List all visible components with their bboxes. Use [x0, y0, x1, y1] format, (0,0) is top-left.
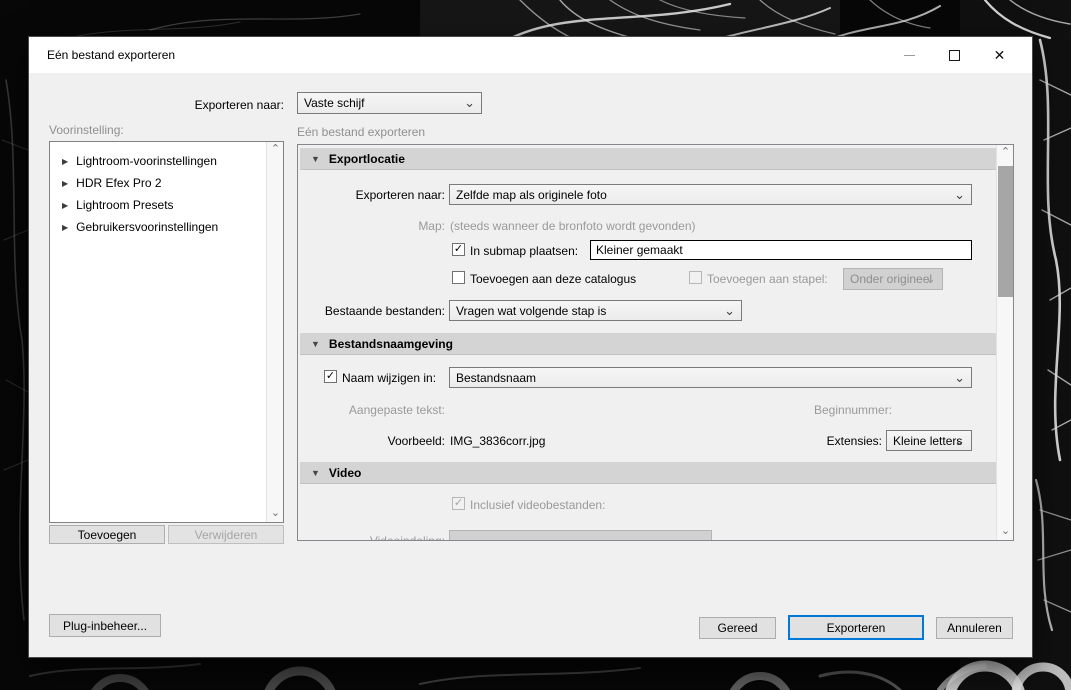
export-to-label: Exporteren naar: — [119, 98, 284, 112]
map-label: Map: — [300, 219, 445, 233]
expand-right-icon: ▶ — [62, 223, 68, 232]
section-bestandsnaamgeving-title: Bestandsnaamgeving — [329, 337, 453, 351]
minimize-icon — [904, 55, 915, 56]
collapse-down-icon: ▼ — [311, 339, 320, 349]
settings-panel: ▼ Exportlocatie Exporteren naar: Zelfde … — [297, 144, 1014, 541]
scroll-down-icon[interactable]: ⌄ — [997, 524, 1014, 540]
expand-right-icon: ▶ — [62, 179, 68, 188]
add-catalog-label: Toevoegen aan deze catalogus — [470, 272, 636, 286]
chevron-down-icon: ⌄ — [694, 533, 705, 541]
chevron-down-icon: ⌄ — [954, 370, 965, 386]
preset-item-hdr-efex-pro-2[interactable]: ▶ HDR Efex Pro 2 — [50, 172, 283, 194]
export-dialog: Eén bestand exporteren ✕ Exporteren naar… — [28, 36, 1033, 658]
section-exportlocatie-title: Exportlocatie — [329, 152, 405, 166]
subfolder-input[interactable] — [590, 240, 972, 260]
add-stack-dropdown: Onder origineel ⌄ — [843, 268, 943, 290]
titlebar[interactable]: Eén bestand exporteren ✕ — [29, 37, 1032, 73]
presets-listbox: ▶ Lightroom-voorinstellingen ▶ HDR Efex … — [49, 141, 284, 523]
subfolder-label: In submap plaatsen: — [470, 244, 578, 258]
window-title: Eén bestand exporteren — [47, 48, 175, 62]
maximize-button[interactable] — [932, 37, 977, 73]
preset-item-gebruikersvoorinstellingen[interactable]: ▶ Gebruikersvoorinstellingen — [50, 216, 283, 238]
check-icon: ✓ — [454, 498, 463, 509]
preset-label: Lightroom Presets — [76, 198, 173, 212]
custom-text-label: Aangepaste tekst: — [300, 403, 445, 417]
cancel-button[interactable]: Annuleren — [936, 617, 1013, 639]
chevron-down-icon: ⌄ — [954, 433, 965, 449]
section-bestandsnaamgeving[interactable]: ▼ Bestandsnaamgeving — [300, 333, 996, 355]
export-button[interactable]: Exporteren — [788, 615, 924, 640]
extensions-dropdown[interactable]: Kleine letters ⌄ — [886, 430, 972, 451]
subfolder-checkbox[interactable]: ✓ — [452, 243, 465, 256]
presets-scrollbar[interactable]: ⌃ ⌄ — [266, 142, 283, 522]
section-video-title: Video — [329, 466, 361, 480]
cancel-label: Annuleren — [947, 621, 1002, 635]
panel-export-to-value: Zelfde map als originele foto — [456, 188, 607, 202]
chevron-down-icon: ⌄ — [925, 271, 936, 287]
preset-item-lightroom-voorinstellingen[interactable]: ▶ Lightroom-voorinstellingen — [50, 150, 283, 172]
plugin-manager-label: Plug-inbeheer... — [63, 619, 147, 633]
expand-right-icon: ▶ — [62, 157, 68, 166]
video-format-dropdown: ⌄ — [449, 530, 712, 541]
export-to-value: Vaste schijf — [304, 96, 364, 110]
section-exportlocatie[interactable]: ▼ Exportlocatie — [300, 148, 996, 170]
add-catalog-checkbox[interactable] — [452, 271, 465, 284]
maximize-icon — [949, 50, 960, 61]
section-video[interactable]: ▼ Video — [300, 462, 996, 484]
example-value: IMG_3836corr.jpg — [450, 434, 545, 448]
add-preset-label: Toevoegen — [78, 528, 137, 542]
start-number-label: Beginnummer: — [814, 403, 892, 417]
remove-preset-label: Verwijderen — [195, 528, 258, 542]
example-label: Voorbeeld: — [300, 434, 445, 448]
existing-files-value: Vragen wat volgende stap is — [456, 304, 606, 318]
export-label: Exporteren — [827, 621, 886, 635]
export-to-dropdown[interactable]: Vaste schijf ⌄ — [297, 92, 482, 114]
scroll-down-icon[interactable]: ⌄ — [267, 506, 284, 522]
rename-value: Bestandsnaam — [456, 371, 536, 385]
done-label: Gereed — [717, 621, 757, 635]
video-format-label: Videoindeling: — [300, 534, 445, 541]
presets-label: Voorinstelling: — [49, 123, 124, 137]
extensions-value: Kleine letters — [893, 434, 962, 448]
add-stack-label: Toevoegen aan stapel: — [707, 272, 828, 286]
existing-files-dropdown[interactable]: Vragen wat volgende stap is ⌄ — [449, 300, 742, 321]
collapse-down-icon: ▼ — [311, 468, 320, 478]
panel-scrollbar-thumb[interactable] — [998, 166, 1013, 297]
preset-label: Lightroom-voorinstellingen — [76, 154, 217, 168]
preset-label: HDR Efex Pro 2 — [76, 176, 161, 190]
scroll-up-icon[interactable]: ⌃ — [997, 145, 1014, 161]
rename-checkbox[interactable]: ✓ — [324, 370, 337, 383]
check-icon: ✓ — [326, 371, 335, 382]
chevron-down-icon: ⌄ — [724, 303, 735, 319]
include-video-checkbox: ✓ — [452, 497, 465, 510]
add-preset-button[interactable]: Toevoegen — [49, 525, 165, 544]
preset-item-lightroom-presets[interactable]: ▶ Lightroom Presets — [50, 194, 283, 216]
remove-preset-button: Verwijderen — [168, 525, 284, 544]
panel-title: Eén bestand exporteren — [297, 125, 425, 139]
extensions-label: Extensies: — [798, 434, 882, 448]
rename-label: Naam wijzigen in: — [342, 371, 436, 385]
panel-export-to-label: Exporteren naar: — [300, 188, 445, 202]
close-icon: ✕ — [994, 48, 1006, 62]
include-video-label: Inclusief videobestanden: — [470, 498, 605, 512]
panel-export-to-dropdown[interactable]: Zelfde map als originele foto ⌄ — [449, 184, 972, 205]
preset-label: Gebruikersvoorinstellingen — [76, 220, 218, 234]
collapse-down-icon: ▼ — [311, 154, 320, 164]
chevron-down-icon: ⌄ — [464, 95, 475, 111]
scroll-up-icon[interactable]: ⌃ — [267, 142, 284, 158]
panel-scrollbar[interactable]: ⌃ ⌄ — [996, 145, 1013, 540]
expand-right-icon: ▶ — [62, 201, 68, 210]
close-button[interactable]: ✕ — [977, 37, 1022, 73]
map-note: (steeds wanneer de bronfoto wordt gevond… — [450, 219, 696, 233]
done-button[interactable]: Gereed — [699, 617, 776, 639]
existing-files-label: Bestaande bestanden: — [300, 304, 445, 318]
plugin-manager-button[interactable]: Plug-inbeheer... — [49, 614, 161, 637]
add-stack-checkbox — [689, 271, 702, 284]
check-icon: ✓ — [454, 244, 463, 255]
rename-dropdown[interactable]: Bestandsnaam ⌄ — [449, 367, 972, 388]
minimize-button[interactable] — [887, 37, 932, 73]
add-stack-value: Onder origineel — [850, 272, 932, 286]
chevron-down-icon: ⌄ — [954, 187, 965, 203]
